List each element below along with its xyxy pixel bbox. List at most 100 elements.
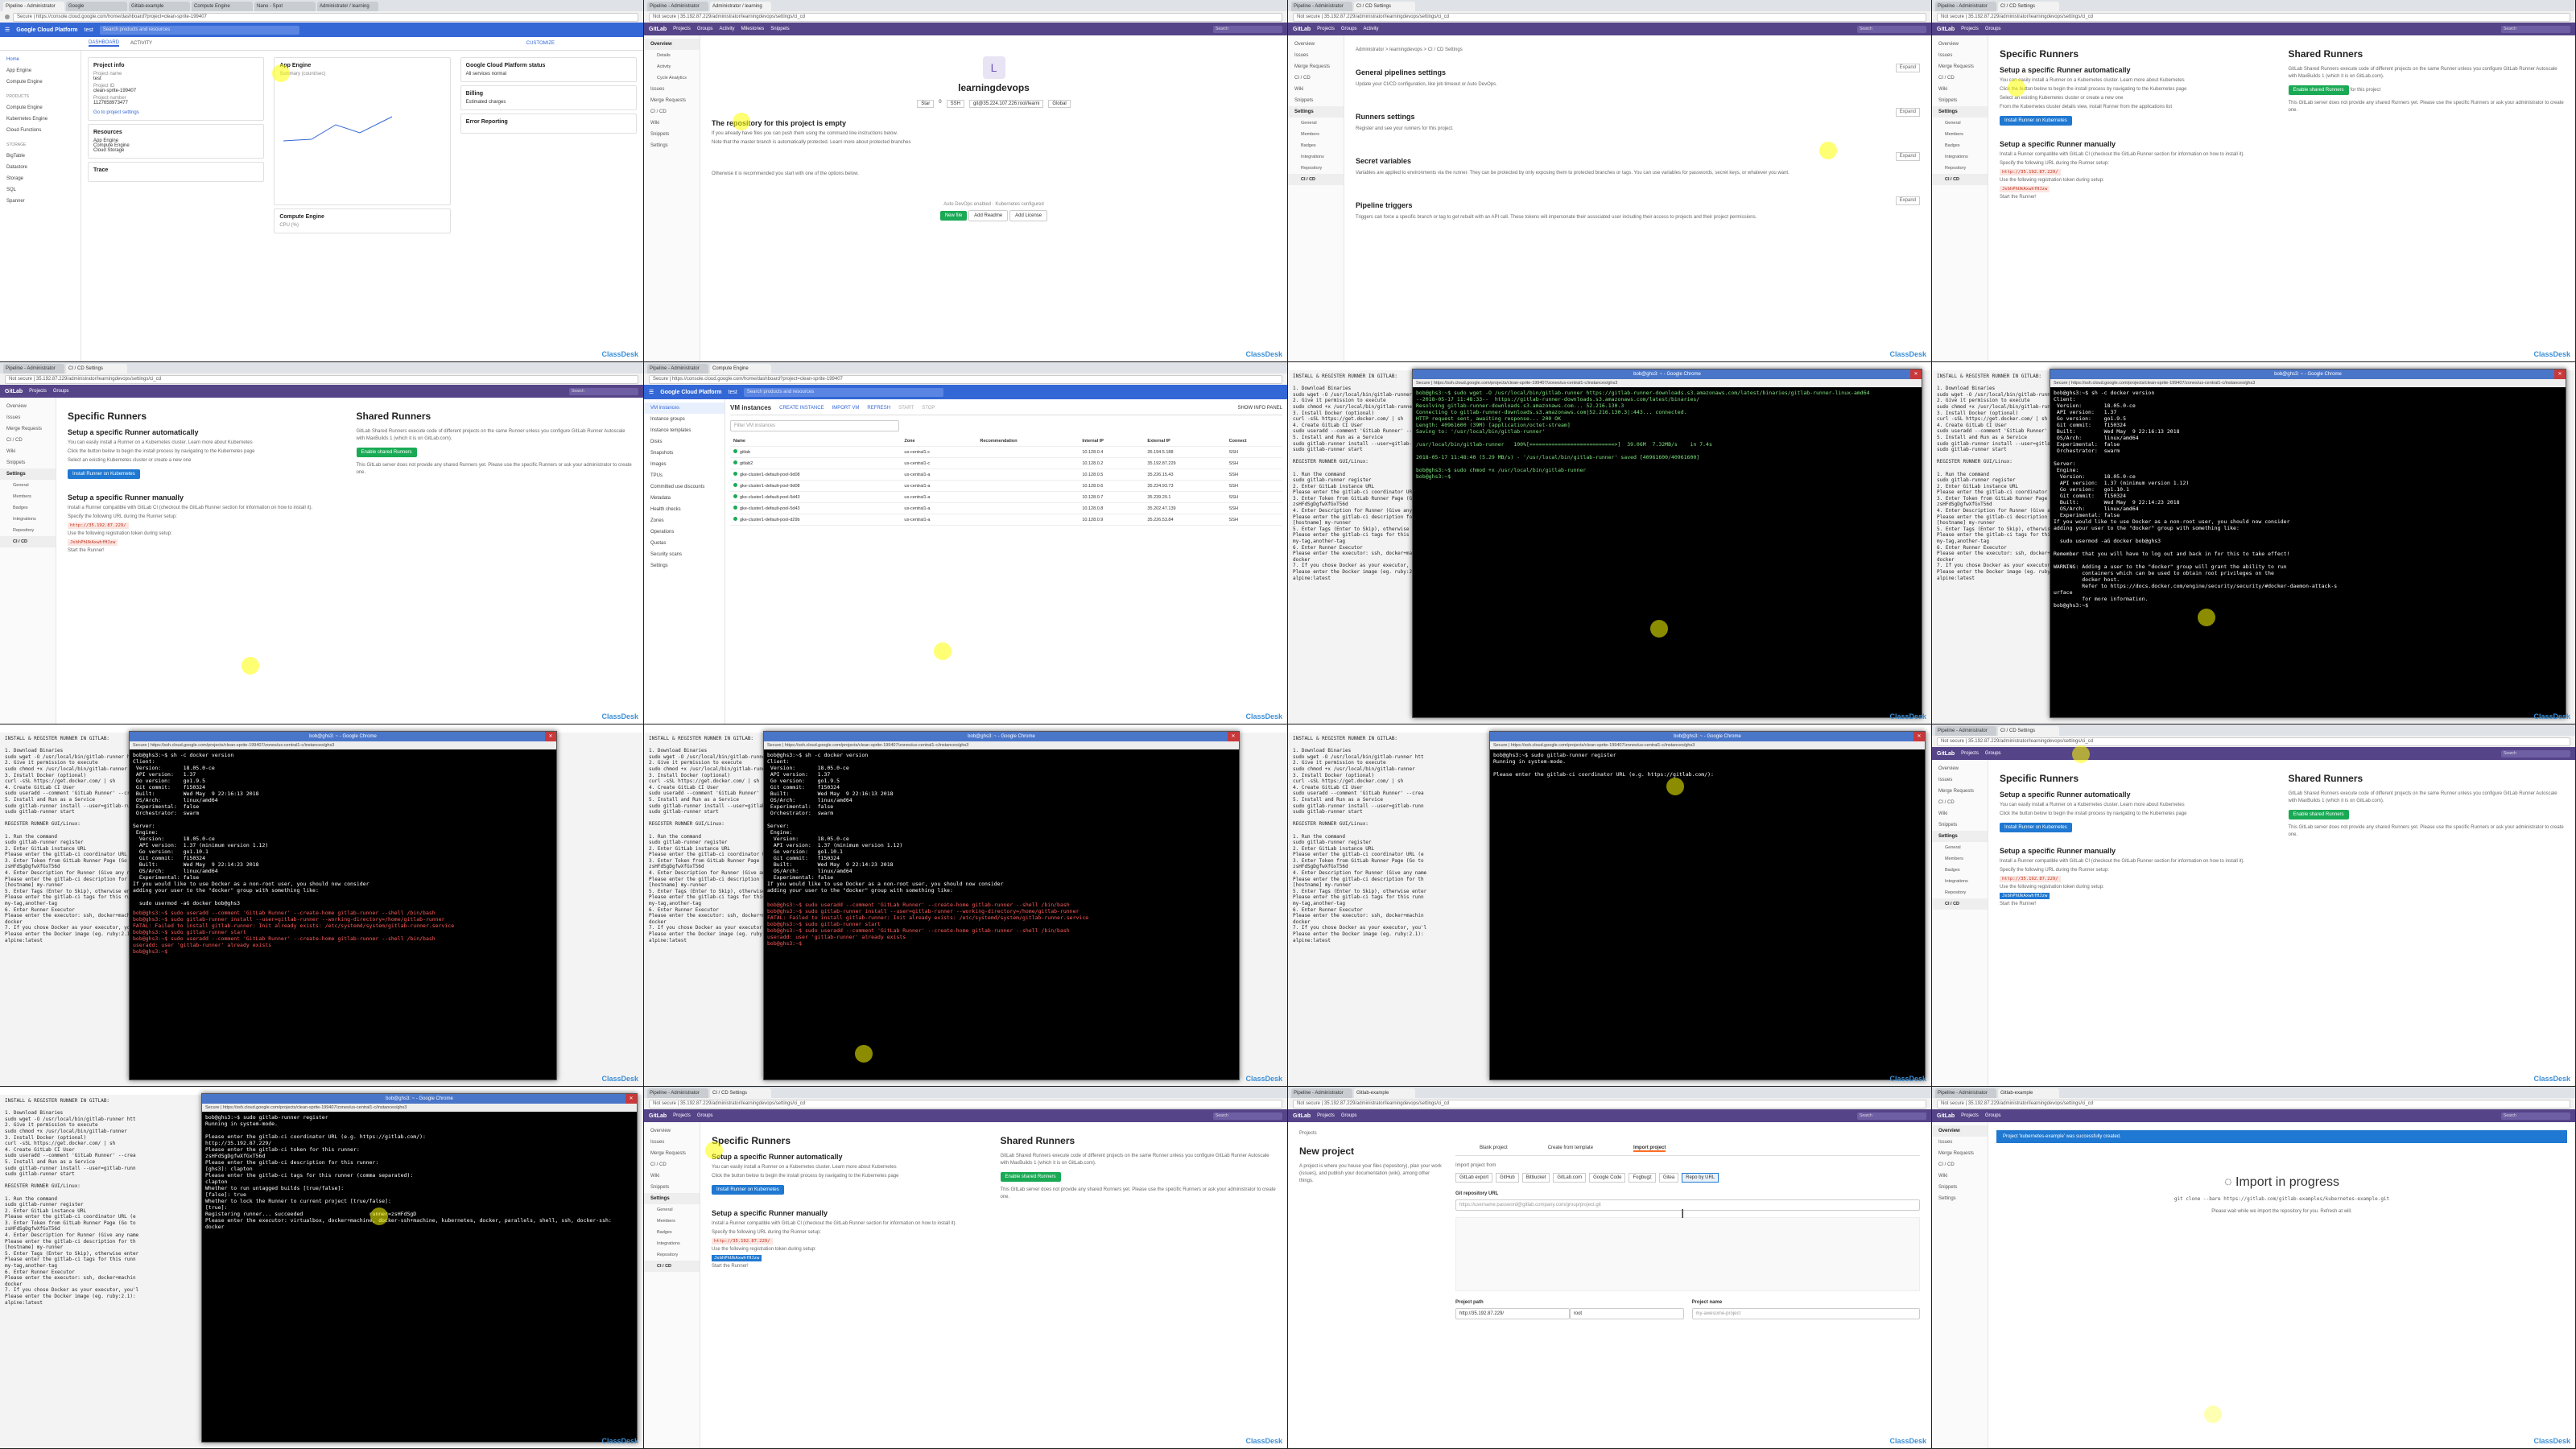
browser-tab[interactable]: Pipeline - Administrator	[3, 2, 64, 11]
sidebar-item-app-engine[interactable]: App Engine	[0, 65, 80, 76]
expand-runners-button[interactable]: Expand	[1895, 108, 1920, 117]
import-source-button[interactable]: Gitea	[1658, 1173, 1679, 1183]
git-url-input[interactable]: https://username:password@gitlab.company…	[1455, 1199, 1920, 1211]
expand-button[interactable]: Expand	[1895, 64, 1920, 72]
gitlab-logo[interactable]: GitLab	[649, 27, 667, 32]
tab-import-project[interactable]: Import project	[1633, 1146, 1666, 1152]
table-row[interactable]: gitlab2 us-central1-c 10.128.0.2 35.192.87.…	[730, 457, 1282, 469]
filter-input[interactable]: Filter VM instances	[730, 420, 899, 431]
sidebar-item-storage[interactable]: Storage	[0, 173, 80, 184]
customize-button[interactable]: CUSTOMIZE	[526, 41, 555, 46]
sidebar-item-cicd-settings[interactable]: CI / CD	[1288, 174, 1344, 185]
gcp-logo[interactable]: Google Cloud Platform	[16, 27, 77, 33]
sidebar-item-merge-requests[interactable]: Merge Requests	[644, 95, 700, 106]
table-row[interactable]: gke-cluster1-default-pool-5d43 us-central…	[730, 502, 1282, 514]
back-icon[interactable]	[5, 14, 10, 19]
nav-milestones[interactable]: Milestones	[741, 27, 765, 31]
ssh-button[interactable]: SSH	[1225, 469, 1282, 481]
clone-protocol[interactable]: SSH	[946, 100, 964, 108]
project-name-input[interactable]: my-awesome-project	[1691, 1308, 1920, 1319]
terminal-output[interactable]: bob@ghs3:~$ sudo useradd --comment 'GitL…	[764, 899, 1239, 949]
search-input[interactable]: Search	[1213, 25, 1282, 33]
search-input[interactable]: Search products and resources	[99, 25, 299, 35]
sidebar-item-issues[interactable]: Issues	[644, 84, 700, 95]
nav-activity[interactable]: Activity	[720, 27, 735, 31]
sidebar-item-sql[interactable]: SQL	[0, 184, 80, 196]
sidebar-item-snippets[interactable]: Snippets	[644, 129, 700, 140]
import-source-button[interactable]: Fogbugz	[1629, 1173, 1656, 1183]
table-row[interactable]: gke-cluster1-default-pool-d29b us-central…	[730, 514, 1282, 526]
terminal-output[interactable]: bob@ghs3:~$ sh -c docker version Client:…	[2050, 387, 2566, 611]
terminal-output[interactable]: bob@ghs3:~$ sudo gitlab-runner register …	[1490, 749, 1925, 780]
ssh-button[interactable]: SSH	[1225, 446, 1282, 458]
sidebar-item-settings[interactable]: Settings	[644, 140, 700, 151]
browser-tab[interactable]: Google	[66, 2, 127, 11]
start-button[interactable]: START	[898, 406, 914, 411]
table-row[interactable]: gke-cluster1-default-pool-5d43 us-central…	[730, 491, 1282, 503]
import-vm-button[interactable]: IMPORT VM	[832, 406, 860, 411]
sidebar-item-bigtable[interactable]: BigTable	[0, 151, 80, 162]
search-input[interactable]: Search	[1857, 25, 1926, 33]
expand-button[interactable]: Expand	[1895, 152, 1920, 161]
sidebar-item-wiki[interactable]: Wiki	[644, 118, 700, 129]
new-file-button[interactable]: New file	[939, 211, 968, 221]
browser-tab[interactable]: Gitlab-example	[129, 2, 190, 11]
ssh-button[interactable]: SSH	[1225, 480, 1282, 492]
star-button[interactable]: Star	[917, 100, 935, 108]
refresh-button[interactable]: REFRESH	[867, 406, 890, 411]
nav-projects[interactable]: Projects	[673, 27, 691, 31]
ssh-button[interactable]: SSH	[1225, 514, 1282, 526]
terminal-output[interactable]: bob@ghs3:~$ sudo gitlab-runner register …	[202, 1112, 637, 1232]
runner-url[interactable]: http://35.192.87.229/	[2000, 169, 2061, 175]
stop-button[interactable]: STOP	[922, 406, 935, 411]
add-readme-button[interactable]: Add Readme	[968, 210, 1009, 221]
sidebar-item-compute-engine[interactable]: Compute Engine	[0, 76, 80, 88]
table-row[interactable]: gitlab us-central1-c 10.128.0.4 35.194.5.18…	[730, 446, 1282, 458]
registration-token-selected[interactable]: JsbhPhUkAxwhfHJzw	[2000, 893, 2050, 899]
nav-snippets[interactable]: Snippets	[770, 27, 789, 31]
clone-url-input[interactable]: git@35.224.107.226:root/learni	[968, 100, 1044, 108]
project-selector[interactable]: test	[85, 27, 93, 33]
sidebar-item-settings[interactable]: Settings	[1288, 106, 1344, 118]
address-bar[interactable]: Not secure | 35.192.87.229/administrator…	[1293, 12, 1926, 22]
sidebar-item-datastore[interactable]: Datastore	[0, 162, 80, 173]
menu-icon[interactable]: ☰	[5, 27, 10, 33]
browser-tab[interactable]: Compute Engine	[192, 2, 253, 11]
sidebar-item-cycle[interactable]: Cycle Analytics	[644, 72, 700, 84]
repo-by-url-button[interactable]: Repo by URL	[1682, 1173, 1719, 1183]
sidebar-item-functions[interactable]: Cloud Functions	[0, 125, 80, 136]
search-input[interactable]: Search products and resources	[743, 387, 943, 397]
import-source-button[interactable]: Google Code	[1589, 1173, 1626, 1183]
expand-button[interactable]: Expand	[1895, 196, 1920, 205]
tab-activity[interactable]: ACTIVITY	[130, 41, 152, 46]
terminal-output[interactable]: bob@ghs3:~$ sudo useradd --comment 'GitL…	[130, 907, 556, 957]
enable-shared-runners-button[interactable]: Enable shared Runners	[2288, 85, 2349, 95]
sidebar-item-activity[interactable]: Activity	[644, 61, 700, 72]
browser-tab[interactable]: Nano - Spot	[254, 2, 316, 11]
sidebar-item-cicd[interactable]: CI / CD	[644, 106, 700, 118]
import-source-button[interactable]: GitHub	[1496, 1173, 1519, 1183]
browser-tab[interactable]: Administrator / learning	[317, 2, 378, 11]
enable-shared-runners-button[interactable]: Enable shared Runners	[356, 448, 417, 457]
create-instance-button[interactable]: CREATE INSTANCE	[779, 406, 824, 411]
tab-template[interactable]: Create from template	[1548, 1146, 1593, 1152]
import-source-button[interactable]: Bitbucket	[1521, 1173, 1550, 1183]
registration-token[interactable]: JsbhPhUkAxwhfHJzw	[2000, 186, 2050, 192]
notification-dropdown[interactable]: Global	[1048, 100, 1071, 108]
ssh-button[interactable]: SSH	[1225, 491, 1282, 503]
namespace-select[interactable]: root	[1569, 1308, 1684, 1319]
close-icon[interactable]: ✕	[2554, 369, 2566, 379]
add-license-button[interactable]: Add License	[1009, 210, 1048, 221]
ssh-button[interactable]: SSH	[1225, 457, 1282, 469]
tab-blank-project[interactable]: Blank project	[1480, 1146, 1508, 1152]
tab-dashboard[interactable]: DASHBOARD	[89, 40, 120, 47]
table-row[interactable]: gke-cluster1-default-pool-9d08 us-central…	[730, 480, 1282, 492]
install-runner-button[interactable]: Install Runner on Kubernetes	[2000, 116, 2072, 126]
sidebar-item-vm-instances[interactable]: VM instances	[644, 402, 724, 414]
sidebar-item-details[interactable]: Details	[644, 50, 700, 61]
nav-projects[interactable]: Projects	[673, 1113, 691, 1118]
table-row[interactable]: gke-cluster1-default-pool-9d08 us-central…	[730, 469, 1282, 481]
address-bar[interactable]: Secure | https://console.cloud.google.co…	[13, 12, 638, 22]
sidebar-item-compute[interactable]: Compute Engine	[0, 102, 80, 114]
address-bar[interactable]: Not secure | 35.192.87.229/administrator…	[649, 12, 1282, 22]
